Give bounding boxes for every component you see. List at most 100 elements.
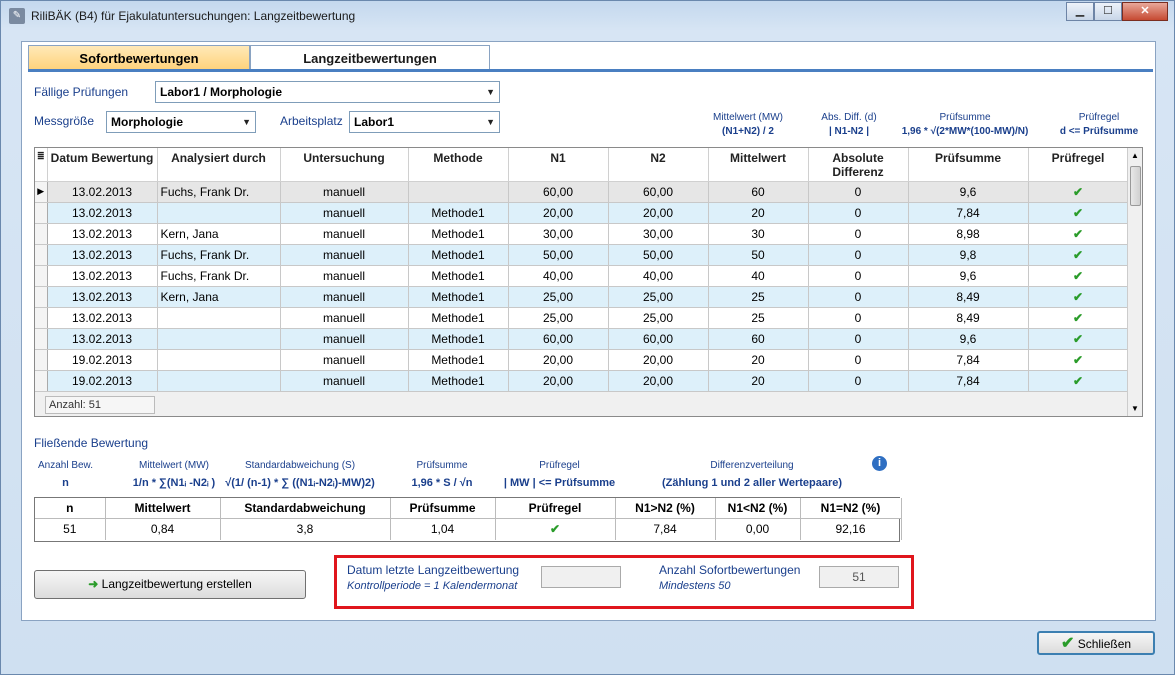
- table-cell: manuell: [280, 286, 409, 308]
- pruefregel-check-icon: ✔: [1028, 181, 1129, 203]
- scroll-thumb[interactable]: [1130, 166, 1141, 206]
- table-cell: 0: [808, 370, 909, 392]
- table-cell: manuell: [280, 370, 409, 392]
- row-indicator[interactable]: [35, 223, 48, 245]
- col-header-datum[interactable]: Datum Bewertung: [47, 148, 158, 182]
- anzahl-note: Mindestens 50: [659, 580, 731, 592]
- table-cell: manuell: [280, 328, 409, 350]
- pruefregel-check-icon: ✔: [1028, 265, 1129, 287]
- table-cell: 40: [708, 265, 809, 287]
- col-header-untersuchung[interactable]: Untersuchung: [280, 148, 409, 182]
- col-header-mittelwert[interactable]: Mittelwert: [708, 148, 809, 182]
- vertical-scrollbar[interactable]: ▲ ▼: [1127, 148, 1142, 416]
- col-header-pruefregel[interactable]: Prüfregel: [1028, 148, 1129, 182]
- row-indicator[interactable]: [35, 244, 48, 266]
- table-cell: 60,00: [608, 181, 709, 203]
- messgroesse-combo[interactable]: Morphologie ▼: [106, 111, 256, 133]
- formula-absdiff-expr: | N1-N2 |: [828, 126, 870, 137]
- table-cell: 19.02.2013: [47, 370, 158, 392]
- table-row[interactable]: 19.02.2013 manuell Methode1 20,00 20,00 20 0 7,…: [35, 370, 1129, 392]
- table-cell: 50,00: [608, 244, 709, 266]
- row-indicator[interactable]: [35, 286, 48, 308]
- table-row[interactable]: 13.02.2013 manuell Methode1 20,00 20,00 20 0 7,…: [35, 202, 1129, 224]
- row-indicator[interactable]: ▶: [35, 181, 48, 203]
- col-header-n1[interactable]: N1: [508, 148, 609, 182]
- create-langzeit-button[interactable]: ➜ Langzeitbewertung erstellen: [34, 570, 306, 599]
- table-cell: 0: [808, 307, 909, 329]
- table-cell: 20,00: [608, 370, 709, 392]
- fl-val-std: 3,8: [220, 518, 391, 540]
- table-row[interactable]: ▶ 13.02.2013 Fuchs, Frank Dr. manuell 60,00 6…: [35, 181, 1129, 203]
- table-cell: 40,00: [608, 265, 709, 287]
- table-row[interactable]: 13.02.2013 Fuchs, Frank Dr. manuell Methode…: [35, 265, 1129, 287]
- row-indicator[interactable]: [35, 328, 48, 350]
- col-header-analysiert[interactable]: Analysiert durch: [157, 148, 281, 182]
- tab-sofortbewertungen[interactable]: Sofortbewertungen: [28, 45, 250, 70]
- table-cell: [157, 328, 281, 350]
- formula-pruefsumme: Prüfsumme 1,96 * √(2*MW*(100-MW)/N): [890, 112, 1040, 137]
- row-indicator[interactable]: [35, 307, 48, 329]
- arbeitsplatz-combo[interactable]: Labor1 ▼: [349, 111, 500, 133]
- tab-underline: [28, 69, 1153, 72]
- sofortbewertungen-grid[interactable]: ≣ Datum Bewertung Analysiert durch Unter…: [34, 147, 1143, 417]
- scroll-down-icon[interactable]: ▼: [1131, 404, 1139, 413]
- fl-col-n1ltn2: N1<N2 (%): [715, 498, 801, 519]
- datum-field: [541, 566, 621, 588]
- formula-pruefsumme-expr: 1,96 * √(2*MW*(100-MW)/N): [901, 126, 1029, 137]
- table-cell: 8,49: [908, 307, 1029, 329]
- formula-pruefsumme-title: Prüfsumme: [939, 112, 991, 123]
- pruefregel-check-icon: ✔: [1028, 349, 1129, 371]
- table-row[interactable]: 19.02.2013 manuell Methode1 20,00 20,00 20 0 7,…: [35, 349, 1129, 371]
- table-cell: Methode1: [408, 328, 509, 350]
- table-cell: 25,00: [508, 307, 609, 329]
- info-icon[interactable]: i: [872, 456, 887, 471]
- datum-note: Kontrollperiode = 1 Kalendermonat: [347, 580, 518, 592]
- table-cell: 0: [808, 328, 909, 350]
- fl-val-n1gtn2: 7,84: [615, 518, 716, 540]
- scroll-up-icon[interactable]: ▲: [1131, 151, 1139, 160]
- fl-formula-s: Standardabweichung (S) √(1/ (n-1) * ∑ ((…: [210, 460, 390, 489]
- row-indicator[interactable]: [35, 349, 48, 371]
- table-cell: 13.02.2013: [47, 223, 158, 245]
- row-indicator[interactable]: [35, 202, 48, 224]
- table-row[interactable]: 13.02.2013 Kern, Jana manuell Methode1 25,00…: [35, 286, 1129, 308]
- close-window-button[interactable]: ✕: [1122, 2, 1168, 21]
- faellige-combo[interactable]: Labor1 / Morphologie ▼: [155, 81, 500, 103]
- row-indicator[interactable]: [35, 265, 48, 287]
- table-cell: 19.02.2013: [47, 349, 158, 371]
- table-row[interactable]: 13.02.2013 manuell Methode1 60,00 60,00 60 0 9,…: [35, 328, 1129, 350]
- pruefregel-check-icon: ✔: [1028, 223, 1129, 245]
- table-row[interactable]: 13.02.2013 Fuchs, Frank Dr. manuell Methode…: [35, 244, 1129, 266]
- maximize-button[interactable]: ☐: [1094, 2, 1122, 21]
- table-cell: 30,00: [508, 223, 609, 245]
- table-cell: 7,84: [908, 202, 1029, 224]
- row-indicator[interactable]: [35, 370, 48, 392]
- table-cell: Fuchs, Frank Dr.: [157, 265, 281, 287]
- table-row[interactable]: 13.02.2013 Kern, Jana manuell Methode1 30,00…: [35, 223, 1129, 245]
- fl-formula-n-expr: n: [62, 477, 69, 489]
- table-cell: 0: [808, 181, 909, 203]
- tab-langzeitbewertungen[interactable]: Langzeitbewertungen: [250, 45, 490, 70]
- table-cell: 13.02.2013: [47, 244, 158, 266]
- fl-col-mittelwert: Mittelwert: [105, 498, 221, 519]
- schliessen-button[interactable]: ✔ Schließen: [1037, 631, 1155, 655]
- fl-val-mittelwert: 0,84: [105, 518, 221, 540]
- minimize-button[interactable]: ▁: [1066, 2, 1094, 21]
- formula-mittelwert-title: Mittelwert (MW): [713, 112, 783, 123]
- fl-col-pruefregel: Prüfregel: [495, 498, 616, 519]
- col-header-n2[interactable]: N2: [608, 148, 709, 182]
- formula-mittelwert-expr: (N1+N2) / 2: [722, 126, 774, 137]
- table-cell: 7,84: [908, 370, 1029, 392]
- table-cell: manuell: [280, 244, 409, 266]
- fl-formula-mw-title: Mittelwert (MW): [139, 460, 209, 471]
- col-header-absdiff[interactable]: Absolute Differenz: [808, 148, 909, 182]
- table-cell: 20: [708, 349, 809, 371]
- table-row[interactable]: 13.02.2013 manuell Methode1 25,00 25,00 25 0 8,…: [35, 307, 1129, 329]
- table-cell: 0: [808, 265, 909, 287]
- col-header-pruefsumme[interactable]: Prüfsumme: [908, 148, 1029, 182]
- fl-formula-diff-expr: (Zählung 1 und 2 aller Wertepaare): [661, 477, 843, 489]
- table-cell: Methode1: [408, 202, 509, 224]
- table-cell: manuell: [280, 265, 409, 287]
- col-header-methode[interactable]: Methode: [408, 148, 509, 182]
- table-cell: manuell: [280, 349, 409, 371]
